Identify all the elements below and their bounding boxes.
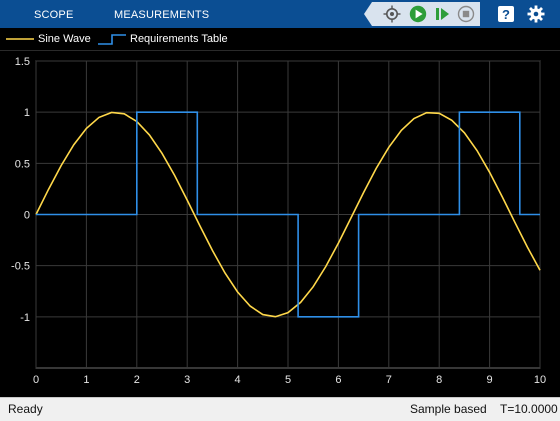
- help-button[interactable]: ?: [496, 4, 516, 24]
- x-tick-label: 1: [83, 374, 89, 386]
- x-tick-label: 8: [436, 374, 442, 386]
- y-tick-label: 0: [24, 210, 30, 222]
- gear-icon: [527, 5, 545, 23]
- run-icon: [409, 5, 427, 23]
- y-tick-label: 0.5: [15, 158, 30, 170]
- simulation-controls: [364, 2, 480, 26]
- y-tick-label: 1.5: [15, 56, 30, 68]
- x-tick-label: 0: [33, 374, 39, 386]
- step-forward-icon: [436, 8, 449, 20]
- simulation-time-text: T=10.0000: [500, 402, 558, 416]
- legend-label: Sine Wave: [38, 33, 91, 45]
- x-tick-label: 2: [134, 374, 140, 386]
- y-tick-label: -0.5: [11, 261, 30, 273]
- y-tick-label: 1: [24, 107, 30, 119]
- legend-entry-requirements-table[interactable]: Requirements Table: [98, 28, 258, 50]
- legend-label: Requirements Table: [130, 33, 228, 45]
- scope-window: SCOPE MEASUREMENTS ? Sine Wave Requireme…: [0, 0, 560, 421]
- step-forward-button[interactable]: [432, 4, 452, 24]
- toolstrip: SCOPE MEASUREMENTS ?: [0, 0, 560, 28]
- help-icon: ?: [498, 6, 514, 22]
- status-text: Ready: [8, 402, 43, 416]
- stop-icon: [457, 5, 475, 23]
- settings-button[interactable]: [526, 4, 546, 24]
- run-button[interactable]: [408, 4, 428, 24]
- highlight-icon: [383, 5, 401, 23]
- x-tick-label: 3: [184, 374, 190, 386]
- tab-scope[interactable]: SCOPE: [34, 0, 74, 28]
- svg-text:?: ?: [502, 7, 510, 22]
- highlight-block-button[interactable]: [382, 4, 402, 24]
- x-tick-label: 10: [534, 374, 546, 386]
- x-tick-label: 4: [235, 374, 241, 386]
- tab-measurements[interactable]: MEASUREMENTS: [114, 0, 209, 28]
- y-tick-label: -1: [20, 312, 30, 324]
- stop-button[interactable]: [456, 4, 476, 24]
- sine-wave-legend-swatch: [6, 38, 34, 40]
- status-bar: Ready Sample based T=10.0000: [0, 397, 560, 421]
- scope-plot: 0 1 2 3 4 5 6 7 8 9 10 1.5 1 0.5 0 -0.5 -1: [11, 56, 546, 386]
- requirements-table-legend-swatch: [98, 34, 126, 45]
- x-tick-label: 7: [386, 374, 392, 386]
- legend-entry-sine-wave[interactable]: Sine Wave: [6, 28, 106, 50]
- x-tick-label: 6: [335, 374, 341, 386]
- x-tick-label: 5: [285, 374, 291, 386]
- x-tick-label: 9: [487, 374, 493, 386]
- sample-mode-text: Sample based: [410, 402, 487, 416]
- legend: Sine Wave Requirements Table: [0, 28, 560, 51]
- plot-area[interactable]: 0 1 2 3 4 5 6 7 8 9 10 1.5 1 0.5 0 -0.5 -1: [0, 51, 560, 396]
